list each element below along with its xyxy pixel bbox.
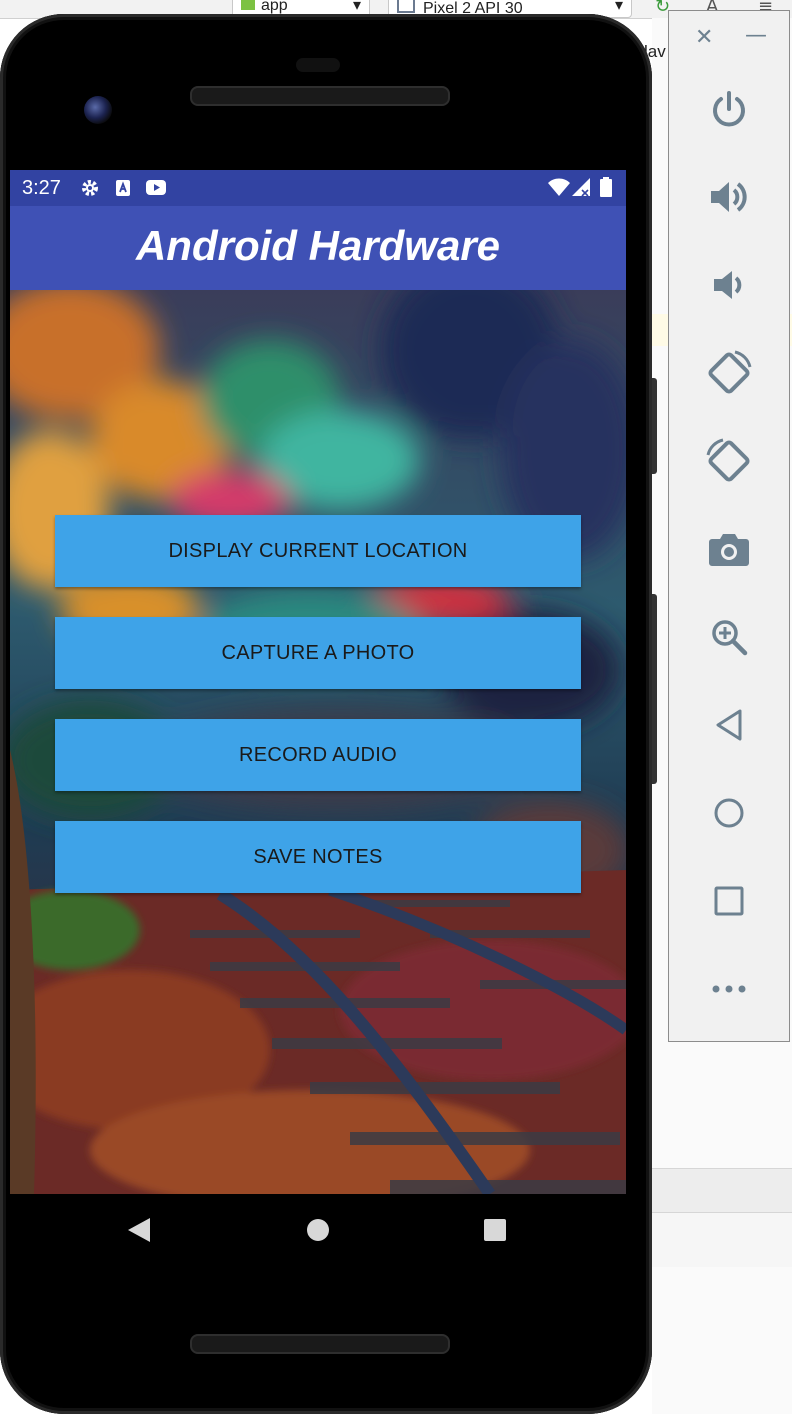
top-speaker xyxy=(190,86,450,106)
app-bar: Android Hardware xyxy=(10,206,626,290)
run-config-label: app xyxy=(261,0,288,14)
zoom-icon xyxy=(712,620,748,656)
record-audio-button[interactable]: RECORD AUDIO xyxy=(55,719,581,791)
volume-down-icon xyxy=(714,271,742,299)
volume-up-icon xyxy=(711,182,747,212)
power-icon xyxy=(713,91,745,127)
home-icon xyxy=(714,798,744,828)
a-notification-icon xyxy=(116,180,130,196)
overview-icon xyxy=(714,886,744,916)
wifi-icon xyxy=(548,178,570,196)
emulator-home-button[interactable] xyxy=(669,793,789,833)
app-title: Android Hardware xyxy=(135,222,501,269)
editor-strip xyxy=(652,1168,792,1213)
signal-icon xyxy=(572,178,590,196)
chevron-down-icon: ▾ xyxy=(352,0,361,14)
volume-up-button[interactable] xyxy=(669,177,789,217)
status-bar: 3:27 xyxy=(10,170,626,206)
editor-strip xyxy=(652,1212,792,1267)
youtube-icon xyxy=(146,180,166,195)
chevron-down-icon: ▾ xyxy=(614,0,623,14)
rotate-right-button[interactable] xyxy=(669,438,789,482)
close-icon[interactable]: ✕ xyxy=(695,25,713,50)
more-button[interactable] xyxy=(669,969,789,1009)
zoom-button[interactable] xyxy=(669,617,789,657)
android-icon xyxy=(241,0,255,10)
back-icon[interactable] xyxy=(126,1216,152,1244)
save-notes-button[interactable]: SAVE NOTES xyxy=(55,821,581,893)
emulator-back-button[interactable] xyxy=(669,705,789,745)
phone-screen: 3:27 Android Hardware DISPLAY CURRENT LO… xyxy=(10,170,626,1194)
power-button[interactable] xyxy=(669,89,789,129)
display-location-button[interactable]: DISPLAY CURRENT LOCATION xyxy=(55,515,581,587)
bottom-speaker xyxy=(190,1334,450,1354)
screenshot-button[interactable] xyxy=(669,529,789,569)
camera-icon xyxy=(709,534,749,566)
rotate-left-icon xyxy=(708,350,752,394)
emulator-overview-button[interactable] xyxy=(669,881,789,921)
emulator-toolbar: ✕ — xyxy=(668,10,790,1042)
home-icon[interactable] xyxy=(306,1218,330,1242)
more-icon xyxy=(712,985,746,993)
minimize-icon[interactable]: — xyxy=(745,23,767,48)
front-camera xyxy=(84,96,112,124)
proximity-sensor xyxy=(296,58,340,72)
back-icon xyxy=(716,709,742,741)
capture-photo-button[interactable]: CAPTURE A PHOTO xyxy=(55,617,581,689)
rotate-left-button[interactable] xyxy=(669,350,789,394)
battery-icon xyxy=(600,177,612,197)
volume-down-button[interactable] xyxy=(669,265,789,305)
gear-icon xyxy=(82,180,98,196)
device-icon xyxy=(397,0,415,13)
recents-icon[interactable] xyxy=(484,1219,506,1241)
rotate-right-icon xyxy=(706,438,750,482)
status-time: 3:27 xyxy=(22,177,61,199)
